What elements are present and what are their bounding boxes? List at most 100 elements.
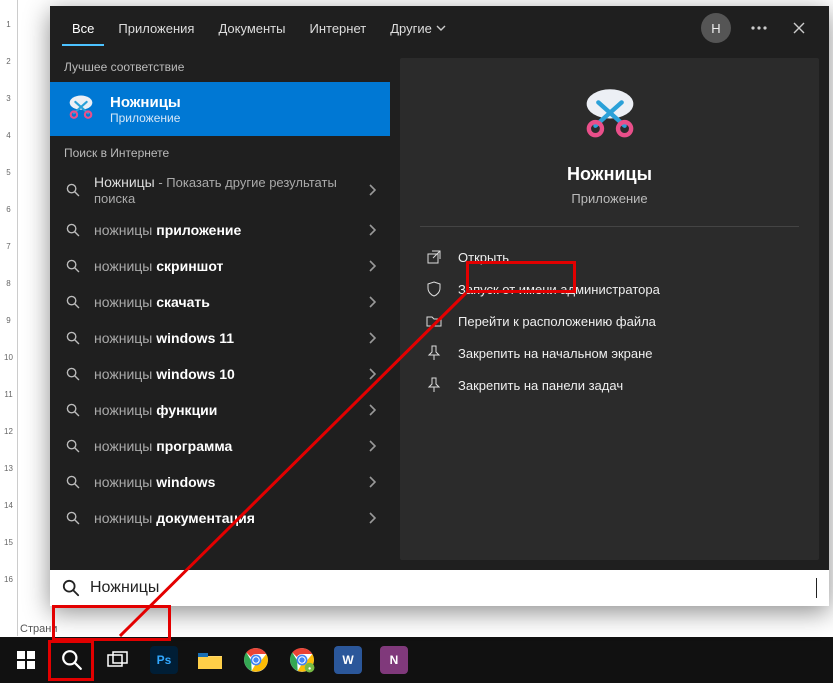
preview-action-admin[interactable]: Запуск от имени администратора xyxy=(420,273,799,305)
svg-text:●: ● xyxy=(308,666,311,672)
chrome-icon xyxy=(243,647,269,673)
task-view-button[interactable] xyxy=(96,637,140,683)
web-result[interactable]: ножницы windows xyxy=(50,464,390,500)
photoshop-icon: Ps xyxy=(150,646,178,674)
vertical-ruler: 12345678910111213141516 xyxy=(0,0,18,636)
tab-apps[interactable]: Приложения xyxy=(108,11,204,46)
ruler-tick: 1 xyxy=(0,20,17,29)
chevron-right-icon xyxy=(368,224,376,236)
results-list: Лучшее соответствие Ножницы Приложение xyxy=(50,50,390,570)
web-result[interactable]: ножницы документация xyxy=(50,500,390,536)
search-icon xyxy=(64,259,82,273)
chevron-right-icon xyxy=(368,404,376,416)
best-match-result[interactable]: Ножницы Приложение xyxy=(50,82,390,136)
preview-app-name: Ножницы xyxy=(567,164,652,185)
search-box[interactable] xyxy=(50,570,829,606)
search-icon xyxy=(64,183,82,197)
web-result-text: ножницы программа xyxy=(94,438,356,454)
task-view-icon xyxy=(107,651,129,669)
web-result[interactable]: ножницы функции xyxy=(50,392,390,428)
ruler-tick: 11 xyxy=(0,390,17,399)
pin-start-icon xyxy=(426,345,444,361)
search-icon xyxy=(61,649,83,671)
open-icon xyxy=(426,249,444,265)
ruler-tick: 8 xyxy=(0,279,17,288)
preview-action-label: Запуск от имени администратора xyxy=(458,282,660,297)
tab-more[interactable]: Другие xyxy=(380,11,456,46)
section-best-match: Лучшее соответствие xyxy=(50,50,390,82)
preview-action-folder[interactable]: Перейти к расположению файла xyxy=(420,305,799,337)
web-result[interactable]: ножницы приложение xyxy=(50,212,390,248)
admin-icon xyxy=(426,281,444,297)
web-result-text: ножницы скачать xyxy=(94,294,356,310)
text-caret xyxy=(816,578,817,598)
web-result[interactable]: ножницы windows 10 xyxy=(50,356,390,392)
chevron-right-icon xyxy=(368,476,376,488)
tab-all[interactable]: Все xyxy=(62,11,104,46)
web-result-text: ножницы windows 10 xyxy=(94,366,356,382)
web-result-text: ножницы windows xyxy=(94,474,356,490)
taskbar-app-explorer[interactable] xyxy=(188,637,232,683)
ruler-tick: 13 xyxy=(0,464,17,473)
best-match-title: Ножницы xyxy=(110,94,181,111)
ruler-tick: 3 xyxy=(0,94,17,103)
preview-action-label: Открыть xyxy=(458,250,509,265)
web-result-text: ножницы функции xyxy=(94,402,356,418)
search-input[interactable] xyxy=(90,579,812,597)
chevron-right-icon xyxy=(368,368,376,380)
taskbar-app-chrome[interactable] xyxy=(234,637,278,683)
taskbar-search-button[interactable] xyxy=(50,637,94,683)
search-tabs: Все Приложения Документы Интернет Другие… xyxy=(50,6,829,50)
preview-action-label: Перейти к расположению файла xyxy=(458,314,656,329)
onenote-icon: N xyxy=(380,646,408,674)
windows-icon xyxy=(17,651,35,669)
web-result-text: ножницы документация xyxy=(94,510,356,526)
more-options-button[interactable] xyxy=(741,10,777,46)
search-icon xyxy=(64,511,82,525)
web-result[interactable]: Ножницы - Показать другие результаты пои… xyxy=(50,168,390,212)
taskbar-app-chrome-profile[interactable]: ● xyxy=(280,637,324,683)
close-button[interactable] xyxy=(781,10,817,46)
tab-documents[interactable]: Документы xyxy=(208,11,295,46)
web-result-text: ножницы приложение xyxy=(94,222,356,238)
scissors-icon xyxy=(64,92,98,126)
taskbar-app-onenote[interactable]: N xyxy=(372,637,416,683)
section-web-search: Поиск в Интернете xyxy=(50,136,390,168)
ruler-tick: 4 xyxy=(0,131,17,140)
web-result[interactable]: ножницы скачать xyxy=(50,284,390,320)
web-result-text: ножницы скриншот xyxy=(94,258,356,274)
preview-action-pin-start[interactable]: Закрепить на начальном экране xyxy=(420,337,799,369)
taskbar-app-photoshop[interactable]: Ps xyxy=(142,637,186,683)
windows-search-panel: Все Приложения Документы Интернет Другие… xyxy=(50,6,829,606)
preview-action-open[interactable]: Открыть xyxy=(420,241,799,273)
best-match-subtitle: Приложение xyxy=(110,111,181,125)
ruler-tick: 7 xyxy=(0,242,17,251)
tab-more-label: Другие xyxy=(390,21,432,36)
word-icon: W xyxy=(334,646,362,674)
ruler-tick: 16 xyxy=(0,575,17,584)
ruler-tick: 12 xyxy=(0,427,17,436)
web-result[interactable]: ножницы windows 11 xyxy=(50,320,390,356)
ruler-tick: 6 xyxy=(0,205,17,214)
ruler-tick: 5 xyxy=(0,168,17,177)
avatar[interactable]: Н xyxy=(701,13,731,43)
start-button[interactable] xyxy=(4,637,48,683)
chevron-right-icon xyxy=(368,296,376,308)
taskbar: Ps ● WN xyxy=(0,637,833,683)
folder-icon xyxy=(426,313,444,329)
chevron-right-icon xyxy=(368,332,376,344)
ruler-tick: 9 xyxy=(0,316,17,325)
web-result[interactable]: ножницы скриншот xyxy=(50,248,390,284)
annotation-box-search-input xyxy=(52,605,171,641)
taskbar-app-word[interactable]: W xyxy=(326,637,370,683)
explorer-icon xyxy=(197,649,223,671)
search-icon xyxy=(64,331,82,345)
ellipsis-icon xyxy=(751,26,767,30)
tab-web[interactable]: Интернет xyxy=(299,11,376,46)
web-result[interactable]: ножницы программа xyxy=(50,428,390,464)
preview-action-pin-task[interactable]: Закрепить на панели задач xyxy=(420,369,799,401)
search-icon xyxy=(64,439,82,453)
chrome-profile-icon: ● xyxy=(289,647,315,673)
search-icon xyxy=(64,295,82,309)
ruler-tick: 15 xyxy=(0,538,17,547)
